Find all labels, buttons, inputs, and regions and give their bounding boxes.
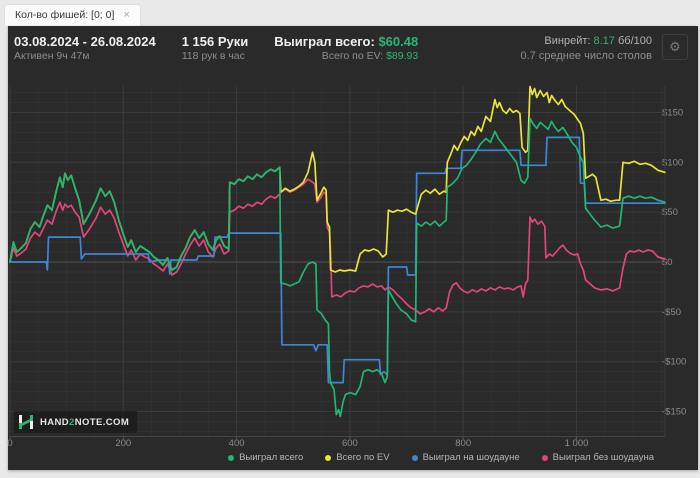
winrate-label: Винрейт:: [544, 35, 591, 47]
legend-label: Выиграл всего: [239, 452, 304, 463]
legend-dot-icon: [325, 454, 332, 461]
gear-icon[interactable]: ⚙: [662, 34, 688, 60]
ev-total-line: Всего по EV: $89.93: [274, 49, 418, 63]
hand2note-logo-icon: [19, 415, 33, 429]
won-total-value: $60.48: [378, 34, 419, 49]
date-range: 03.08.2024 - 26.08.2024: [14, 34, 156, 49]
avg-tables: 0.7 среднее число столов: [520, 50, 652, 62]
tab-bar: Кол-во фишей: [0; 0] ×: [0, 0, 700, 26]
winnings-chart: $150$100$50$0-$50-$100-$1500 200 400 600 800…: [7, 85, 686, 449]
legend-item-3[interactable]: Выиграл без шоудауна: [541, 452, 654, 463]
winrate-line: Винрейт: 8.17 бб/100: [520, 34, 652, 49]
won-total-label: Выиграл всего:: [274, 34, 375, 49]
date-range-block: 03.08.2024 - 26.08.2024 Активен 9ч 47м: [14, 34, 156, 63]
legend-dot-icon: [228, 454, 235, 461]
ev-total-label: Всего по EV:: [321, 50, 384, 62]
tab-chip-count[interactable]: Кол-во фишей: [0; 0] ×: [5, 5, 140, 26]
svg-text:-$100: -$100: [662, 357, 686, 368]
legend-label: Выиграл на шоудауне: [422, 452, 520, 463]
tab-label: Кол-во фишей: [0; 0]: [15, 9, 115, 21]
legend-item-0[interactable]: Выиграл всего: [228, 452, 303, 463]
hands-per-hour: 118 рук в час: [181, 50, 245, 62]
winrate-block: Винрейт: 8.17 бб/100 0.7 среднее число с…: [520, 34, 652, 63]
winrate-unit: бб/100: [617, 35, 652, 47]
legend-label: Всего по EV: [336, 452, 390, 463]
chart-legend: Выиграл всего Всего по EV Выиграл на шоуда…: [228, 452, 654, 463]
legend-item-1[interactable]: Всего по EV: [325, 452, 390, 463]
active-time: Активен 9ч 47м: [14, 50, 90, 62]
won-total-line: Выиграл всего: $60.48: [274, 34, 418, 49]
hand2note-logo-text: HAND2NOTE.COM: [40, 416, 130, 428]
hand2note-logo[interactable]: HAND2NOTE.COM: [14, 411, 138, 433]
hands-block: 1 156 Руки 118 рук в час: [182, 34, 249, 63]
hands-total: 1 156 Руки: [181, 34, 249, 49]
ev-total-value: $89.93: [386, 50, 419, 62]
legend-label: Выиграл без шоудауна: [552, 452, 654, 463]
winrate-value: 8.17: [593, 35, 615, 47]
close-icon[interactable]: ×: [123, 9, 129, 20]
svg-text:-$150: -$150: [662, 407, 686, 418]
stats-header: 03.08.2024 - 26.08.2024 Активен 9ч 47м 1…: [8, 26, 698, 75]
winnings-block: Выиграл всего: $60.48 Всего по EV: $89.9…: [274, 34, 418, 63]
legend-item-2[interactable]: Выиграл на шоудауне: [411, 452, 520, 463]
legend-dot-icon: [541, 454, 548, 461]
stats-panel: 03.08.2024 - 26.08.2024 Активен 9ч 47м 1…: [7, 26, 698, 470]
legend-dot-icon: [411, 454, 418, 461]
